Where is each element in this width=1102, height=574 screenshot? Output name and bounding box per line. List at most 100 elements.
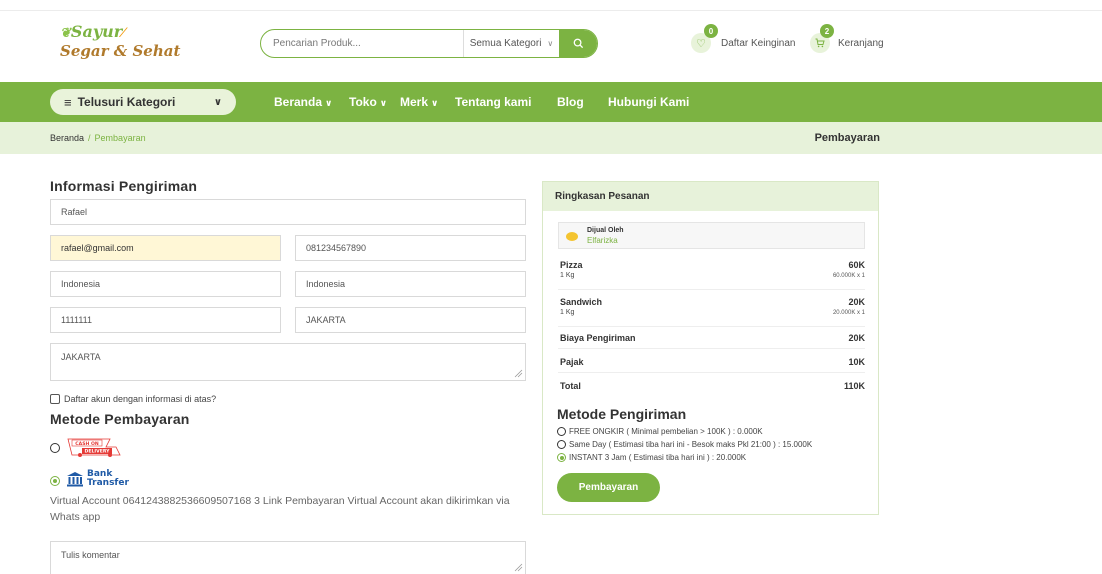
menu-icon: ≡	[64, 94, 72, 110]
header-divider	[0, 10, 1102, 11]
breadcrumb-separator: /	[88, 133, 91, 143]
cod-logo-line1: CASH ON	[75, 441, 99, 447]
order-summary-title: Ringkasan Pesanan	[543, 182, 878, 211]
item-amount: 60K	[848, 260, 865, 270]
address-value: JAKARTA	[61, 352, 101, 362]
cart-label[interactable]: Keranjang	[838, 38, 884, 49]
shipping-cost-amount: 20K	[848, 333, 865, 343]
radio-delivery-instant[interactable]	[557, 453, 566, 462]
delivery-option-label: FREE ONGKIR ( Minimal pembelian > 100K )…	[569, 427, 763, 436]
register-account-checkbox[interactable]: Daftar akun dengan informasi di atas?	[50, 394, 216, 404]
radio-cod[interactable]	[50, 443, 60, 453]
chevron-down-icon: ∨	[213, 96, 222, 108]
item-qty: 60.000K x 1	[832, 273, 865, 279]
carrot-icon: ⁄	[122, 26, 125, 41]
breadcrumb-bar: Beranda / Pembayaran Pembayaran	[0, 122, 1102, 154]
breadcrumb: Beranda / Pembayaran	[50, 133, 146, 143]
resize-handle-icon[interactable]	[513, 368, 523, 378]
pay-button[interactable]: Pembayaran	[557, 473, 660, 502]
postal-code-field[interactable]: 1111111	[50, 307, 281, 333]
item-amount: 20K	[848, 297, 865, 307]
tax-label: Pajak	[560, 357, 584, 367]
delivery-option-label: Same Day ( Estimasi tiba hari ini - Beso…	[569, 440, 813, 449]
page-title: Pembayaran	[814, 132, 880, 144]
summary-item-sandwich: Sandwich 1 Kg 20K 20.000K x 1	[558, 289, 865, 326]
main-nav: ≡ Telusuri Kategori ∨ Beranda ∨ Toko ∨ Mer…	[0, 82, 1102, 122]
breadcrumb-home[interactable]: Beranda	[50, 133, 84, 143]
item-name: Pizza	[560, 260, 583, 270]
email-field[interactable]: rafael@gmail.com	[50, 235, 281, 261]
nav-item-toko[interactable]: Toko ∨	[349, 95, 387, 109]
resize-handle-icon[interactable]	[513, 562, 523, 572]
cash-on-delivery-logo-icon: CASH ON DELIVERY	[67, 438, 121, 457]
breadcrumb-current: Pembayaran	[94, 133, 146, 143]
tax-amount: 10K	[848, 357, 865, 367]
delivery-method-heading: Metode Pengiriman	[557, 406, 687, 422]
payment-method-heading: Metode Pembayaran	[50, 411, 190, 427]
total-label: Total	[560, 381, 581, 391]
country-field[interactable]: Indonesia	[50, 271, 281, 297]
name-field[interactable]: Rafael	[50, 199, 526, 225]
seller-name[interactable]: Elfarizka	[587, 236, 618, 245]
comment-field[interactable]: Tulis komentar	[50, 541, 526, 574]
search-input[interactable]	[261, 30, 463, 57]
seller-info: Dijual Oleh Elfarizka	[558, 222, 865, 249]
register-account-label: Daftar akun dengan informasi di atas?	[64, 394, 217, 404]
address-field[interactable]: JAKARTA	[50, 343, 526, 381]
nav-item-label: Toko	[349, 95, 377, 109]
seller-by-label: Dijual Oleh	[587, 227, 624, 234]
radio-delivery-free[interactable]	[557, 427, 566, 436]
delivery-option-free[interactable]: FREE ONGKIR ( Minimal pembelian > 100K )…	[557, 427, 763, 436]
browse-categories-button[interactable]: ≡ Telusuri Kategori ∨	[50, 89, 236, 115]
summary-item-pizza: Pizza 1 Kg 60K 60.000K x 1	[558, 255, 865, 289]
logo-text-top: Sayur	[70, 22, 123, 41]
nav-item-blog[interactable]: Blog	[557, 95, 584, 109]
chevron-down-icon: ∨	[547, 39, 554, 48]
nav-item-label: Merk	[400, 95, 429, 109]
phone-field[interactable]: 081234567890	[295, 235, 526, 261]
summary-total-row: Total 110K	[558, 372, 865, 394]
cart-icon	[815, 38, 825, 48]
delivery-option-same-day[interactable]: Same Day ( Estimasi tiba hari ini - Beso…	[557, 440, 812, 449]
item-name: Sandwich	[560, 297, 603, 307]
site-logo[interactable]: ❦Sayur⁄ Segar & Sehat	[60, 20, 180, 70]
total-amount: 110K	[843, 381, 865, 391]
wishlist-label[interactable]: Daftar Keinginan	[721, 38, 796, 49]
item-unit: 1 Kg	[560, 272, 575, 279]
delivery-option-label: INSTANT 3 Jam ( Estimasi tiba hari ini )…	[569, 453, 747, 462]
summary-tax-row: Pajak 10K	[558, 348, 865, 372]
wishlist-count-badge: 0	[704, 24, 718, 38]
province-field[interactable]: Indonesia	[295, 271, 526, 297]
virtual-account-text: Virtual Account 0641243882536609507168 3…	[50, 495, 510, 523]
browse-categories-label: Telusuri Kategori	[77, 95, 176, 109]
category-select-label: Semua Kategori	[469, 38, 542, 49]
cod-logo-line2: DELIVERY	[85, 449, 111, 455]
nav-item-hubungi-kami[interactable]: Hubungi Kami	[608, 95, 689, 109]
summary-shipping-row: Biaya Pengiriman 20K	[558, 326, 865, 348]
order-summary: Ringkasan Pesanan Dijual Oleh Elfarizka …	[542, 181, 879, 515]
search-bar: Semua Kategori ∨	[260, 29, 598, 58]
chevron-down-icon: ∨	[325, 98, 333, 108]
shipping-info-heading: Informasi Pengiriman	[50, 178, 198, 194]
shipping-cost-label: Biaya Pengiriman	[560, 333, 636, 343]
category-select[interactable]: Semua Kategori ∨	[463, 30, 559, 57]
radio-bank-transfer[interactable]	[50, 476, 60, 486]
city-field[interactable]: JAKARTA	[295, 307, 526, 333]
cart-count-badge: 2	[820, 24, 834, 38]
checkbox-icon[interactable]	[50, 394, 60, 404]
leaf-icon: ❦	[60, 26, 71, 41]
search-button[interactable]	[559, 30, 597, 57]
comment-placeholder: Tulis komentar	[61, 550, 120, 560]
radio-delivery-same-day[interactable]	[557, 440, 566, 449]
item-unit: 1 Kg	[560, 309, 575, 316]
chevron-down-icon: ∨	[431, 98, 439, 108]
delivery-option-instant[interactable]: INSTANT 3 Jam ( Estimasi tiba hari ini )…	[557, 453, 746, 462]
nav-item-merk[interactable]: Merk ∨	[400, 95, 438, 109]
nav-item-beranda[interactable]: Beranda ∨	[274, 95, 332, 109]
heart-icon: ♡	[696, 37, 706, 50]
bank-building-icon	[67, 472, 83, 487]
nav-item-tentang-kami[interactable]: Tentang kami	[455, 95, 531, 109]
chevron-down-icon: ∨	[379, 98, 388, 108]
nav-item-label: Beranda	[274, 95, 323, 109]
bank-logo-line2: Transfer	[87, 478, 129, 488]
